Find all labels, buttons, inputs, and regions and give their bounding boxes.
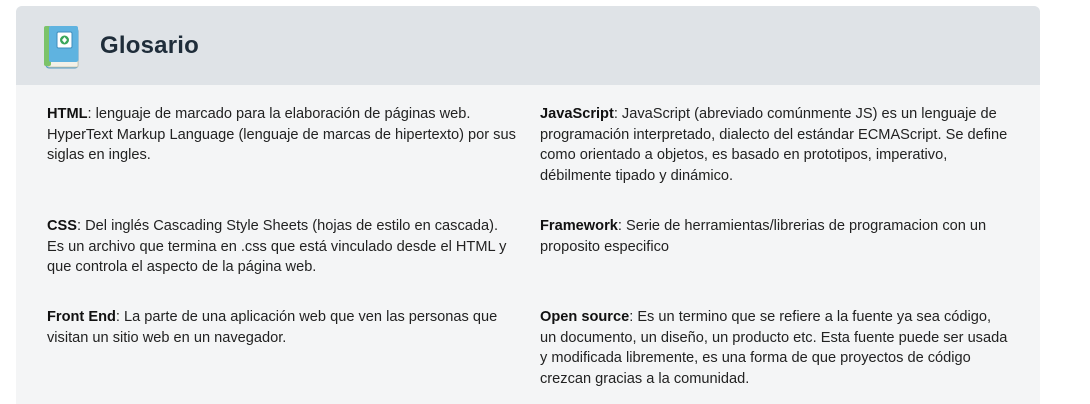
glossary-entry-framework: Framework: Serie de herramientas/libreri… xyxy=(540,216,1010,257)
page-title: Glosario xyxy=(100,31,199,59)
glossary-entry-front-end: Front End: La parte de una aplicación we… xyxy=(47,307,517,348)
glossary-term: CSS xyxy=(47,218,78,234)
glossary-term: Front End xyxy=(47,309,116,325)
glossary-term: JavaScript xyxy=(540,106,614,122)
glossary-entry-open-source: Open source: Es un termino que se refier… xyxy=(540,307,1010,389)
glossary-entry-css: CSS: Del inglés Cascading Style Sheets (… xyxy=(47,216,517,278)
glossary-term: Open source xyxy=(540,309,630,325)
glossary-header: Glosario xyxy=(16,6,1040,85)
glossary-entry-javascript: JavaScript: JavaScript (abreviado comúnm… xyxy=(540,104,1010,186)
glossary-definition: : Del inglés Cascading Style Sheets (hoj… xyxy=(47,218,507,275)
glossary-term: Framework xyxy=(540,218,618,234)
glossary-entry-html: HTML: lenguaje de marcado para la elabor… xyxy=(47,104,517,166)
glossary-card: Glosario HTML: lenguaje de marcado para … xyxy=(16,6,1040,404)
glossary-definition: : lenguaje de marcado para la elaboració… xyxy=(47,106,516,163)
glossary-term: HTML xyxy=(47,106,88,122)
book-icon xyxy=(42,24,82,70)
